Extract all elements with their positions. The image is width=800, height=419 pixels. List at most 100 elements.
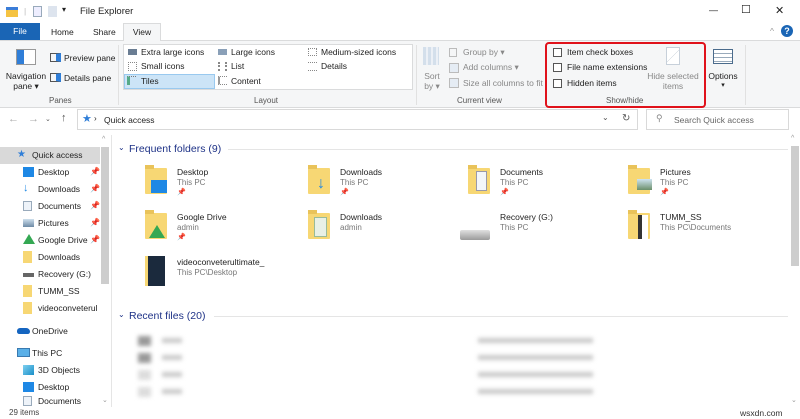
file-icon bbox=[138, 336, 151, 346]
file-name-extensions-checkbox[interactable] bbox=[553, 63, 562, 72]
layout-small-icons[interactable]: Small icons bbox=[141, 61, 184, 71]
file-icon bbox=[138, 387, 151, 397]
section-divider bbox=[228, 149, 788, 150]
forward-button[interactable]: → bbox=[28, 113, 39, 125]
ribbon: Navigation pane ▾ Preview pane Details pa… bbox=[0, 40, 800, 108]
small-icons-icon bbox=[128, 62, 137, 71]
breadcrumb-quick-access[interactable]: Quick access bbox=[104, 115, 155, 125]
file-path-redacted bbox=[478, 389, 593, 394]
sidebar-item-this-pc[interactable]: This PC bbox=[0, 345, 100, 362]
sidebar-item-pictures[interactable]: Pictures 📌 bbox=[0, 215, 100, 232]
sidebar-item-label: Downloads bbox=[38, 252, 81, 262]
folder-icon bbox=[145, 256, 165, 286]
frequent-folders-header[interactable]: Frequent folders (9) bbox=[129, 143, 221, 155]
layout-large-icons[interactable]: Large icons bbox=[231, 47, 275, 57]
new-folder-icon[interactable] bbox=[48, 6, 57, 17]
minimize-button[interactable]: — bbox=[709, 5, 718, 15]
google-drive-overlay-icon bbox=[149, 225, 165, 238]
refresh-button[interactable]: ↻ bbox=[622, 113, 630, 124]
breadcrumb-separator: › bbox=[94, 114, 97, 123]
sidebar-scroll-up[interactable]: ^ bbox=[102, 136, 105, 143]
computer-icon bbox=[17, 348, 30, 357]
properties-icon[interactable] bbox=[33, 6, 42, 17]
hidden-items-checkbox[interactable] bbox=[553, 79, 562, 88]
sidebar-item-label: TUMM_SS bbox=[38, 286, 80, 296]
layout-tiles[interactable]: Tiles bbox=[141, 76, 159, 86]
downloads-admin-overlay-icon bbox=[314, 217, 327, 237]
close-button[interactable]: ✕ bbox=[775, 4, 784, 17]
sidebar-scrollbar[interactable] bbox=[101, 147, 109, 284]
tab-home[interactable]: Home bbox=[51, 27, 74, 37]
navigation-pane-icon[interactable] bbox=[16, 49, 36, 65]
status-item-count: 29 items bbox=[9, 408, 40, 417]
file-name-extensions-label[interactable]: File name extensions bbox=[567, 62, 647, 72]
sidebar-item-onedrive[interactable]: OneDrive bbox=[0, 323, 100, 340]
tab-file[interactable]: File bbox=[0, 23, 40, 40]
file-path-redacted bbox=[478, 338, 593, 343]
pane-divider[interactable] bbox=[111, 135, 112, 407]
sidebar-item-desktop[interactable]: Desktop 📌 bbox=[0, 164, 100, 181]
maximize-button[interactable]: ☐ bbox=[741, 3, 751, 16]
sidebar-item-google-drive[interactable]: Google Drive 📌 bbox=[0, 232, 100, 249]
preview-pane-button[interactable]: Preview pane bbox=[64, 53, 116, 63]
options-button[interactable]: Options ▾ bbox=[707, 71, 739, 91]
recent-locations-icon[interactable]: ⌄ bbox=[45, 115, 51, 123]
options-arrow-icon: ▾ bbox=[721, 82, 725, 89]
folder-location: This PC\Desktop bbox=[177, 268, 238, 277]
file-name-redacted bbox=[162, 338, 182, 343]
address-bar[interactable] bbox=[77, 109, 638, 130]
collapse-ribbon-icon[interactable]: ^ bbox=[770, 26, 774, 36]
details-pane-button[interactable]: Details pane bbox=[64, 73, 111, 83]
sidebar-item-tumm-ss[interactable]: TUMM_SS bbox=[0, 283, 100, 300]
back-button[interactable]: ← bbox=[8, 113, 19, 125]
customize-toolbar-icon[interactable]: ▾ bbox=[62, 5, 66, 14]
layout-medium-sized-icons[interactable]: Medium-sized icons bbox=[321, 47, 396, 57]
navigation-pane-button[interactable]: Navigation pane ▾ bbox=[5, 71, 47, 91]
sidebar-item-documents[interactable]: Documents 📌 bbox=[0, 198, 100, 215]
item-check-boxes-checkbox[interactable] bbox=[553, 48, 562, 57]
folder-location: This PC bbox=[500, 223, 529, 232]
layout-list[interactable]: List bbox=[231, 61, 244, 71]
item-check-boxes-label[interactable]: Item check boxes bbox=[567, 47, 633, 57]
content-scroll-down[interactable]: ⌄ bbox=[791, 396, 797, 404]
sidebar-scroll-down[interactable]: ⌄ bbox=[102, 396, 108, 404]
tab-share[interactable]: Share bbox=[93, 27, 116, 37]
sidebar-item-recovery[interactable]: Recovery (G:) bbox=[0, 266, 100, 283]
add-columns-button[interactable]: Add columns ▾ bbox=[463, 62, 519, 73]
sidebar-item-downloads-admin[interactable]: Downloads bbox=[0, 249, 100, 266]
sidebar-item-downloads[interactable]: ↓ Downloads 📌 bbox=[0, 181, 100, 198]
sidebar-item-3d-objects[interactable]: 3D Objects bbox=[0, 362, 100, 379]
recent-files-header[interactable]: Recent files (20) bbox=[129, 310, 205, 322]
folder-name: Downloads bbox=[340, 212, 383, 222]
pin-icon: 📌 bbox=[90, 167, 100, 176]
sort-by-button[interactable]: Sort by ▾ bbox=[422, 71, 442, 91]
layout-extra-large-icons[interactable]: Extra large icons bbox=[141, 47, 204, 57]
hidden-items-label[interactable]: Hidden items bbox=[567, 78, 617, 88]
options-icon bbox=[713, 49, 733, 64]
layout-content[interactable]: Content bbox=[231, 76, 261, 86]
search-input[interactable]: Search Quick access bbox=[674, 115, 754, 125]
pin-icon: 📌 bbox=[90, 218, 100, 227]
hide-selected-items-button[interactable]: Hide selected items bbox=[647, 71, 699, 91]
pin-icon: 📌 bbox=[177, 189, 186, 196]
sidebar-item-label: Google Drive bbox=[38, 235, 88, 245]
tumm-overlay-icon bbox=[638, 215, 648, 239]
size-all-columns-button[interactable]: Size all columns to fit bbox=[463, 78, 543, 88]
frequent-folders-chevron[interactable]: ⌄ bbox=[118, 143, 125, 152]
folder-name: Downloads bbox=[340, 167, 383, 177]
up-button[interactable]: ↑ bbox=[61, 112, 67, 124]
folder-location: This PC bbox=[340, 178, 369, 187]
recent-files-chevron[interactable]: ⌄ bbox=[118, 310, 125, 319]
layout-group-label: Layout bbox=[254, 96, 279, 105]
help-icon[interactable]: ? bbox=[781, 25, 793, 37]
sidebar-item-documents-pc[interactable]: Documents bbox=[0, 394, 100, 407]
sidebar-item-quick-access[interactable]: ★ Quick access bbox=[0, 147, 100, 164]
sidebar-item-videoconveter[interactable]: videoconveterul bbox=[0, 300, 100, 317]
tab-view[interactable]: View bbox=[123, 23, 161, 41]
layout-details[interactable]: Details bbox=[321, 61, 347, 71]
address-dropdown-icon[interactable]: ⌄ bbox=[602, 113, 609, 122]
content-scroll-up[interactable]: ^ bbox=[791, 135, 794, 142]
content-scrollbar[interactable] bbox=[791, 146, 799, 266]
pin-icon: 📌 bbox=[660, 189, 669, 196]
group-by-button[interactable]: Group by ▾ bbox=[463, 47, 505, 58]
